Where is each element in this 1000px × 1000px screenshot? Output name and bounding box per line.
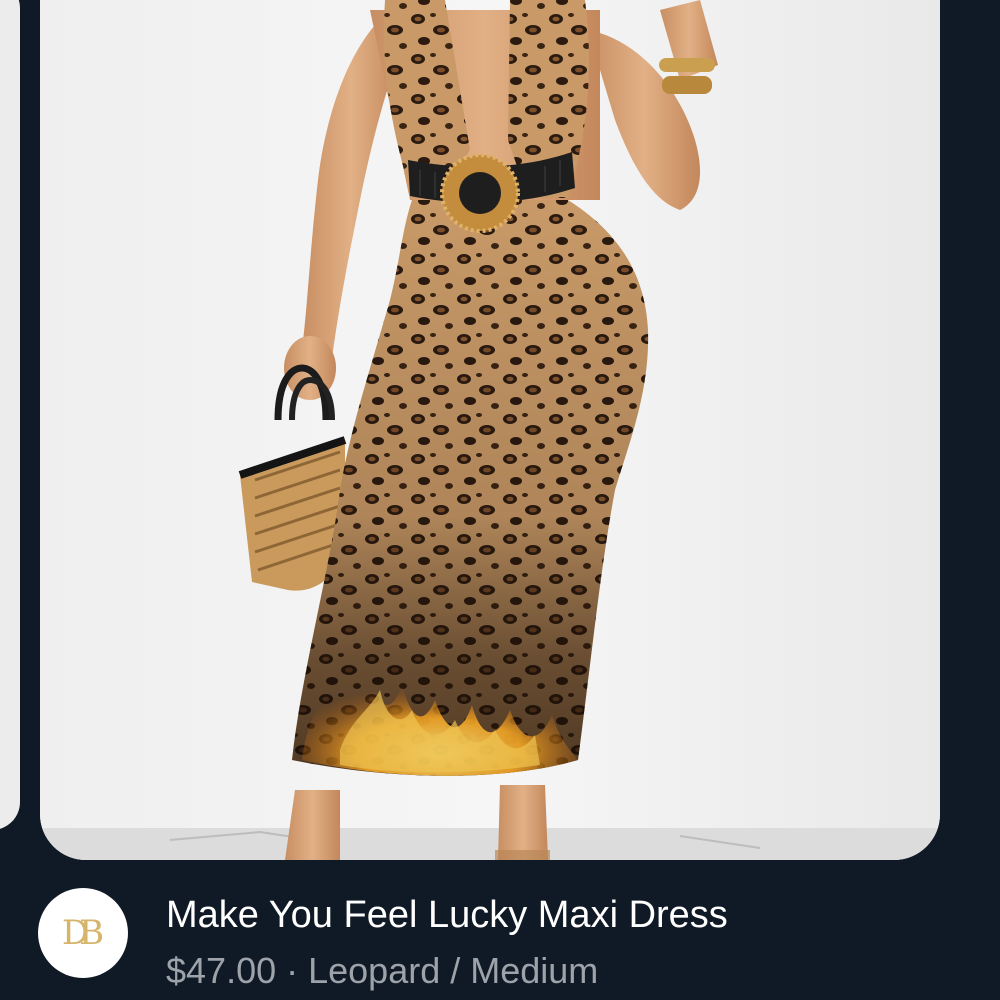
brand-logo[interactable]: DB: [38, 888, 128, 978]
product-variant: Leopard / Medium: [308, 950, 599, 991]
meta-separator: ·: [276, 950, 309, 991]
product-price: $47.00: [166, 950, 277, 991]
product-photo: [40, 0, 940, 860]
product-title[interactable]: Make You Feel Lucky Maxi Dress: [166, 894, 728, 937]
product-info-row[interactable]: DB Make You Feel Lucky Maxi Dress $47.00…: [0, 860, 1000, 1000]
product-image-card[interactable]: [40, 0, 940, 860]
previous-product-card[interactable]: [0, 0, 20, 830]
product-meta: $47.00 · Leopard / Medium: [166, 950, 598, 992]
brand-logo-mark: DB: [61, 913, 104, 953]
